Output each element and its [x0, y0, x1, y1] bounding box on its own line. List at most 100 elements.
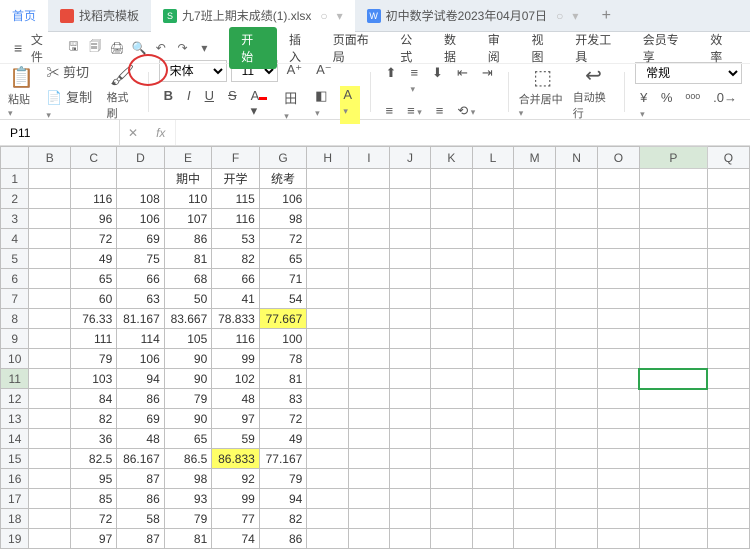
cell-L4[interactable]: [472, 229, 513, 249]
cell-P2[interactable]: [639, 189, 707, 209]
cell-H12[interactable]: [307, 389, 349, 409]
cell-Q4[interactable]: [707, 229, 749, 249]
cell-G12[interactable]: 83: [259, 389, 307, 409]
cell-N17[interactable]: [556, 489, 598, 509]
cell-K8[interactable]: [431, 309, 473, 329]
wrap-button[interactable]: ↩自动换行: [573, 63, 614, 121]
orient-icon[interactable]: ⟲: [452, 101, 480, 121]
cell-M15[interactable]: [514, 449, 556, 469]
cell-I1[interactable]: [349, 169, 390, 189]
cell-Q14[interactable]: [707, 429, 749, 449]
cell-H4[interactable]: [307, 229, 349, 249]
cell-L17[interactable]: [472, 489, 513, 509]
cell-N2[interactable]: [556, 189, 598, 209]
col-header-H[interactable]: H: [307, 147, 349, 169]
row-header-15[interactable]: 15: [1, 449, 29, 469]
cell-N9[interactable]: [556, 329, 598, 349]
cell-D5[interactable]: 75: [117, 249, 165, 269]
row-header-5[interactable]: 5: [1, 249, 29, 269]
cell-F15[interactable]: 86.833: [212, 449, 260, 469]
cell-C1[interactable]: [71, 169, 117, 189]
cell-B3[interactable]: [29, 209, 71, 229]
cell-P16[interactable]: [639, 469, 707, 489]
cell-D2[interactable]: 108: [117, 189, 165, 209]
cell-I17[interactable]: [349, 489, 390, 509]
cancel-icon[interactable]: ✕: [120, 126, 146, 140]
cell-M8[interactable]: [514, 309, 556, 329]
col-header-M[interactable]: M: [514, 147, 556, 169]
cell-K16[interactable]: [431, 469, 473, 489]
formula-input[interactable]: [175, 120, 750, 145]
preview-icon[interactable]: 🔍: [130, 39, 148, 57]
row-header-7[interactable]: 7: [1, 289, 29, 309]
cell-G10[interactable]: 78: [259, 349, 307, 369]
cell-N12[interactable]: [556, 389, 598, 409]
cell-H10[interactable]: [307, 349, 349, 369]
cell-H8[interactable]: [307, 309, 349, 329]
cell-K15[interactable]: [431, 449, 473, 469]
save-as-icon[interactable]: 🗐: [86, 39, 104, 57]
cell-J1[interactable]: [389, 169, 430, 189]
cell-Q9[interactable]: [707, 329, 749, 349]
cell-M5[interactable]: [514, 249, 556, 269]
cell-M11[interactable]: [514, 369, 556, 389]
col-header-C[interactable]: C: [71, 147, 117, 169]
cell-O5[interactable]: [597, 249, 639, 269]
cell-B5[interactable]: [29, 249, 71, 269]
cell-E15[interactable]: 86.5: [164, 449, 212, 469]
cell-F11[interactable]: 102: [212, 369, 260, 389]
cell-M10[interactable]: [514, 349, 556, 369]
ribbon-insert[interactable]: 插入: [281, 27, 321, 69]
cell-Q15[interactable]: [707, 449, 749, 469]
ribbon-eff[interactable]: 效率: [702, 27, 742, 69]
cell-L2[interactable]: [472, 189, 513, 209]
cell-J4[interactable]: [389, 229, 430, 249]
fill-button[interactable]: ◧: [310, 86, 336, 124]
row-header-18[interactable]: 18: [1, 509, 29, 529]
cell-C18[interactable]: 72: [71, 509, 117, 529]
cell-E17[interactable]: 93: [164, 489, 212, 509]
cell-G4[interactable]: 72: [259, 229, 307, 249]
cell-I8[interactable]: [349, 309, 390, 329]
cell-G15[interactable]: 77.167: [259, 449, 307, 469]
ribbon-review[interactable]: 审阅: [480, 27, 520, 69]
cell-J5[interactable]: [389, 249, 430, 269]
cell-Q16[interactable]: [707, 469, 749, 489]
cell-F10[interactable]: 99: [212, 349, 260, 369]
cell-N18[interactable]: [556, 509, 598, 529]
cell-D18[interactable]: 58: [117, 509, 165, 529]
row-header-10[interactable]: 10: [1, 349, 29, 369]
cell-F9[interactable]: 116: [212, 329, 260, 349]
cell-L12[interactable]: [472, 389, 513, 409]
cell-Q11[interactable]: [707, 369, 749, 389]
cell-I13[interactable]: [349, 409, 390, 429]
cell-J16[interactable]: [389, 469, 430, 489]
cell-C11[interactable]: 103: [71, 369, 117, 389]
row-header-12[interactable]: 12: [1, 389, 29, 409]
cell-N8[interactable]: [556, 309, 598, 329]
cell-I6[interactable]: [349, 269, 390, 289]
cell-L13[interactable]: [472, 409, 513, 429]
cell-E2[interactable]: 110: [164, 189, 212, 209]
cell-C15[interactable]: 82.5: [71, 449, 117, 469]
cell-H2[interactable]: [307, 189, 349, 209]
cell-J17[interactable]: [389, 489, 430, 509]
cell-C10[interactable]: 79: [71, 349, 117, 369]
cell-L9[interactable]: [472, 329, 513, 349]
ribbon-start[interactable]: 开始: [229, 27, 277, 69]
cell-L3[interactable]: [472, 209, 513, 229]
cell-B4[interactable]: [29, 229, 71, 249]
cell-P17[interactable]: [639, 489, 707, 509]
bold-button[interactable]: B: [159, 86, 178, 124]
cell-I11[interactable]: [349, 369, 390, 389]
paste-group[interactable]: 📋粘贴: [8, 65, 35, 119]
dropdown-icon[interactable]: ▾: [195, 39, 213, 57]
cell-D11[interactable]: 94: [117, 369, 165, 389]
cell-N13[interactable]: [556, 409, 598, 429]
currency-icon[interactable]: ¥: [635, 88, 653, 122]
cell-E8[interactable]: 83.667: [164, 309, 212, 329]
cell-C13[interactable]: 82: [71, 409, 117, 429]
cell-L11[interactable]: [472, 369, 513, 389]
cell-F13[interactable]: 97: [212, 409, 260, 429]
cell-K2[interactable]: [431, 189, 473, 209]
